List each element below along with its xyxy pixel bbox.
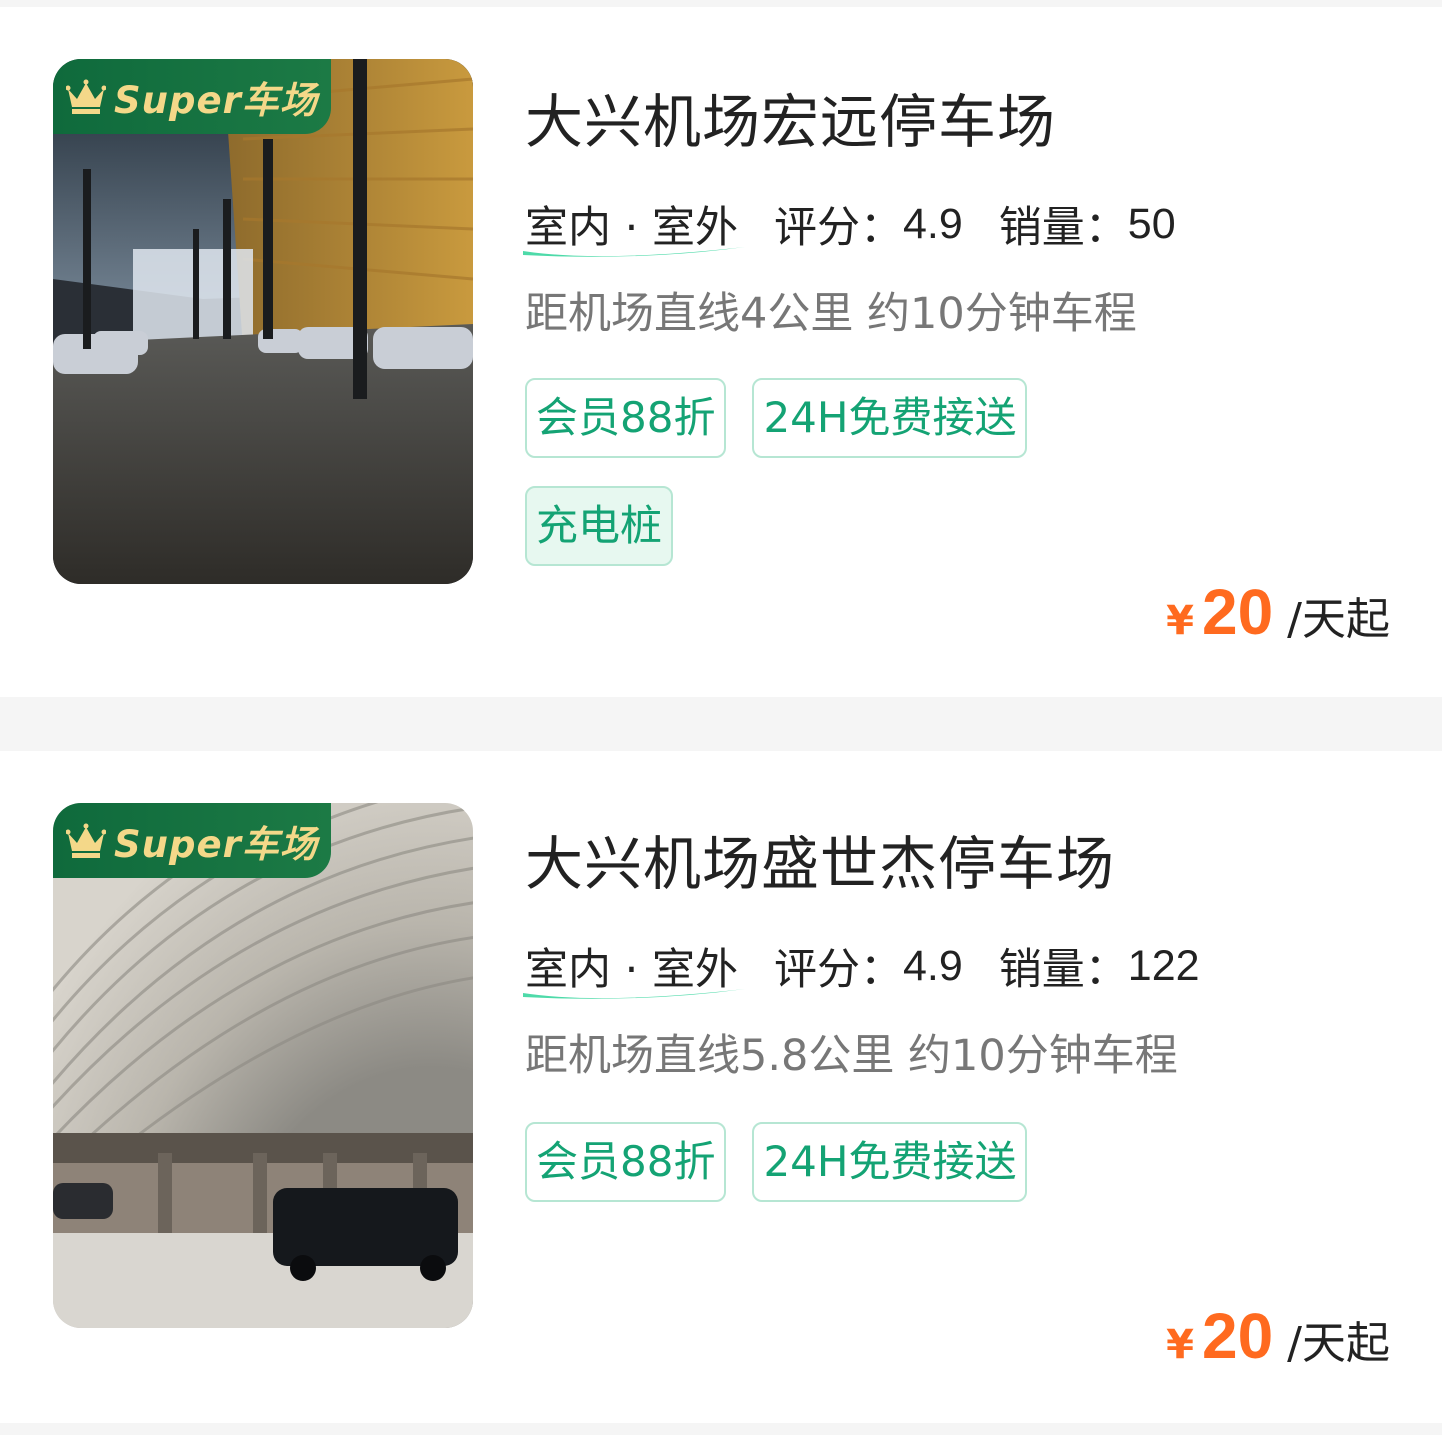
price-unit: /天起	[1287, 1318, 1390, 1369]
price-amount: 20	[1201, 1300, 1274, 1372]
location-type-label: 室内 · 室外	[525, 203, 739, 253]
rating-label: 评分：	[774, 945, 904, 995]
badge-label: Super车场	[114, 78, 318, 122]
price: ¥ 20 /天起	[1166, 575, 1390, 649]
super-parking-badge: Super车场	[53, 803, 331, 878]
currency-symbol: ¥	[1166, 1322, 1194, 1368]
sales-value: 50	[1127, 199, 1176, 248]
parking-lot-card[interactable]: Super车场 大兴机场盛世杰停车场 室内 · 室外 评分： 4.9 销量： 1…	[0, 751, 1442, 1423]
tag-free-shuttle: 24H免费接送	[752, 378, 1028, 458]
parking-lot-photo-image	[53, 803, 473, 1328]
crown-icon	[66, 79, 106, 114]
rating-value: 4.9	[903, 941, 963, 990]
location-type: 室内 · 室外	[523, 193, 745, 257]
location-type-label: 室内 · 室外	[525, 945, 739, 995]
parking-lot-meta: 室内 · 室外 评分： 4.9 销量： 50	[523, 193, 1176, 257]
tag-member-discount: 会员88折	[525, 378, 727, 458]
crown-icon	[66, 823, 106, 858]
badge-label: Super车场	[114, 822, 318, 866]
rating-label: 评分：	[774, 203, 904, 253]
price-unit: /天起	[1287, 594, 1390, 645]
feature-tags: 会员88折 24H免费接送	[525, 1122, 1085, 1230]
parking-lot-photo[interactable]: Super车场	[53, 59, 473, 584]
sales-label: 销量：	[998, 945, 1128, 995]
location-type: 室内 · 室外	[523, 935, 745, 999]
parking-lot-photo-image	[53, 59, 473, 584]
parking-lot-photo[interactable]: Super车场	[53, 803, 473, 1328]
price-amount: 20	[1201, 576, 1274, 648]
parking-lot-name[interactable]: 大兴机场宏远停车场	[525, 75, 1056, 159]
parking-lot-meta: 室内 · 室外 评分： 4.9 销量： 122	[523, 935, 1200, 999]
parking-lot-name[interactable]: 大兴机场盛世杰停车场	[525, 817, 1115, 901]
price: ¥ 20 /天起	[1166, 1299, 1390, 1373]
parking-lot-card[interactable]: Super车场 大兴机场宏远停车场 室内 · 室外 评分： 4.9 销量： 50…	[0, 7, 1442, 697]
tag-member-discount: 会员88折	[525, 1122, 727, 1202]
tag-charging-station: 充电桩	[525, 486, 674, 566]
distance-text: 距机场直线4公里 约10分钟车程	[525, 289, 1137, 339]
sales-value: 122	[1127, 941, 1200, 990]
distance-text: 距机场直线5.8公里 约10分钟车程	[525, 1031, 1178, 1081]
super-parking-badge: Super车场	[53, 59, 331, 134]
rating-value: 4.9	[903, 199, 963, 248]
tag-free-shuttle: 24H免费接送	[752, 1122, 1028, 1202]
feature-tags: 会员88折 24H免费接送 充电桩	[525, 378, 1085, 594]
currency-symbol: ¥	[1166, 598, 1194, 644]
sales-label: 销量：	[998, 203, 1128, 253]
